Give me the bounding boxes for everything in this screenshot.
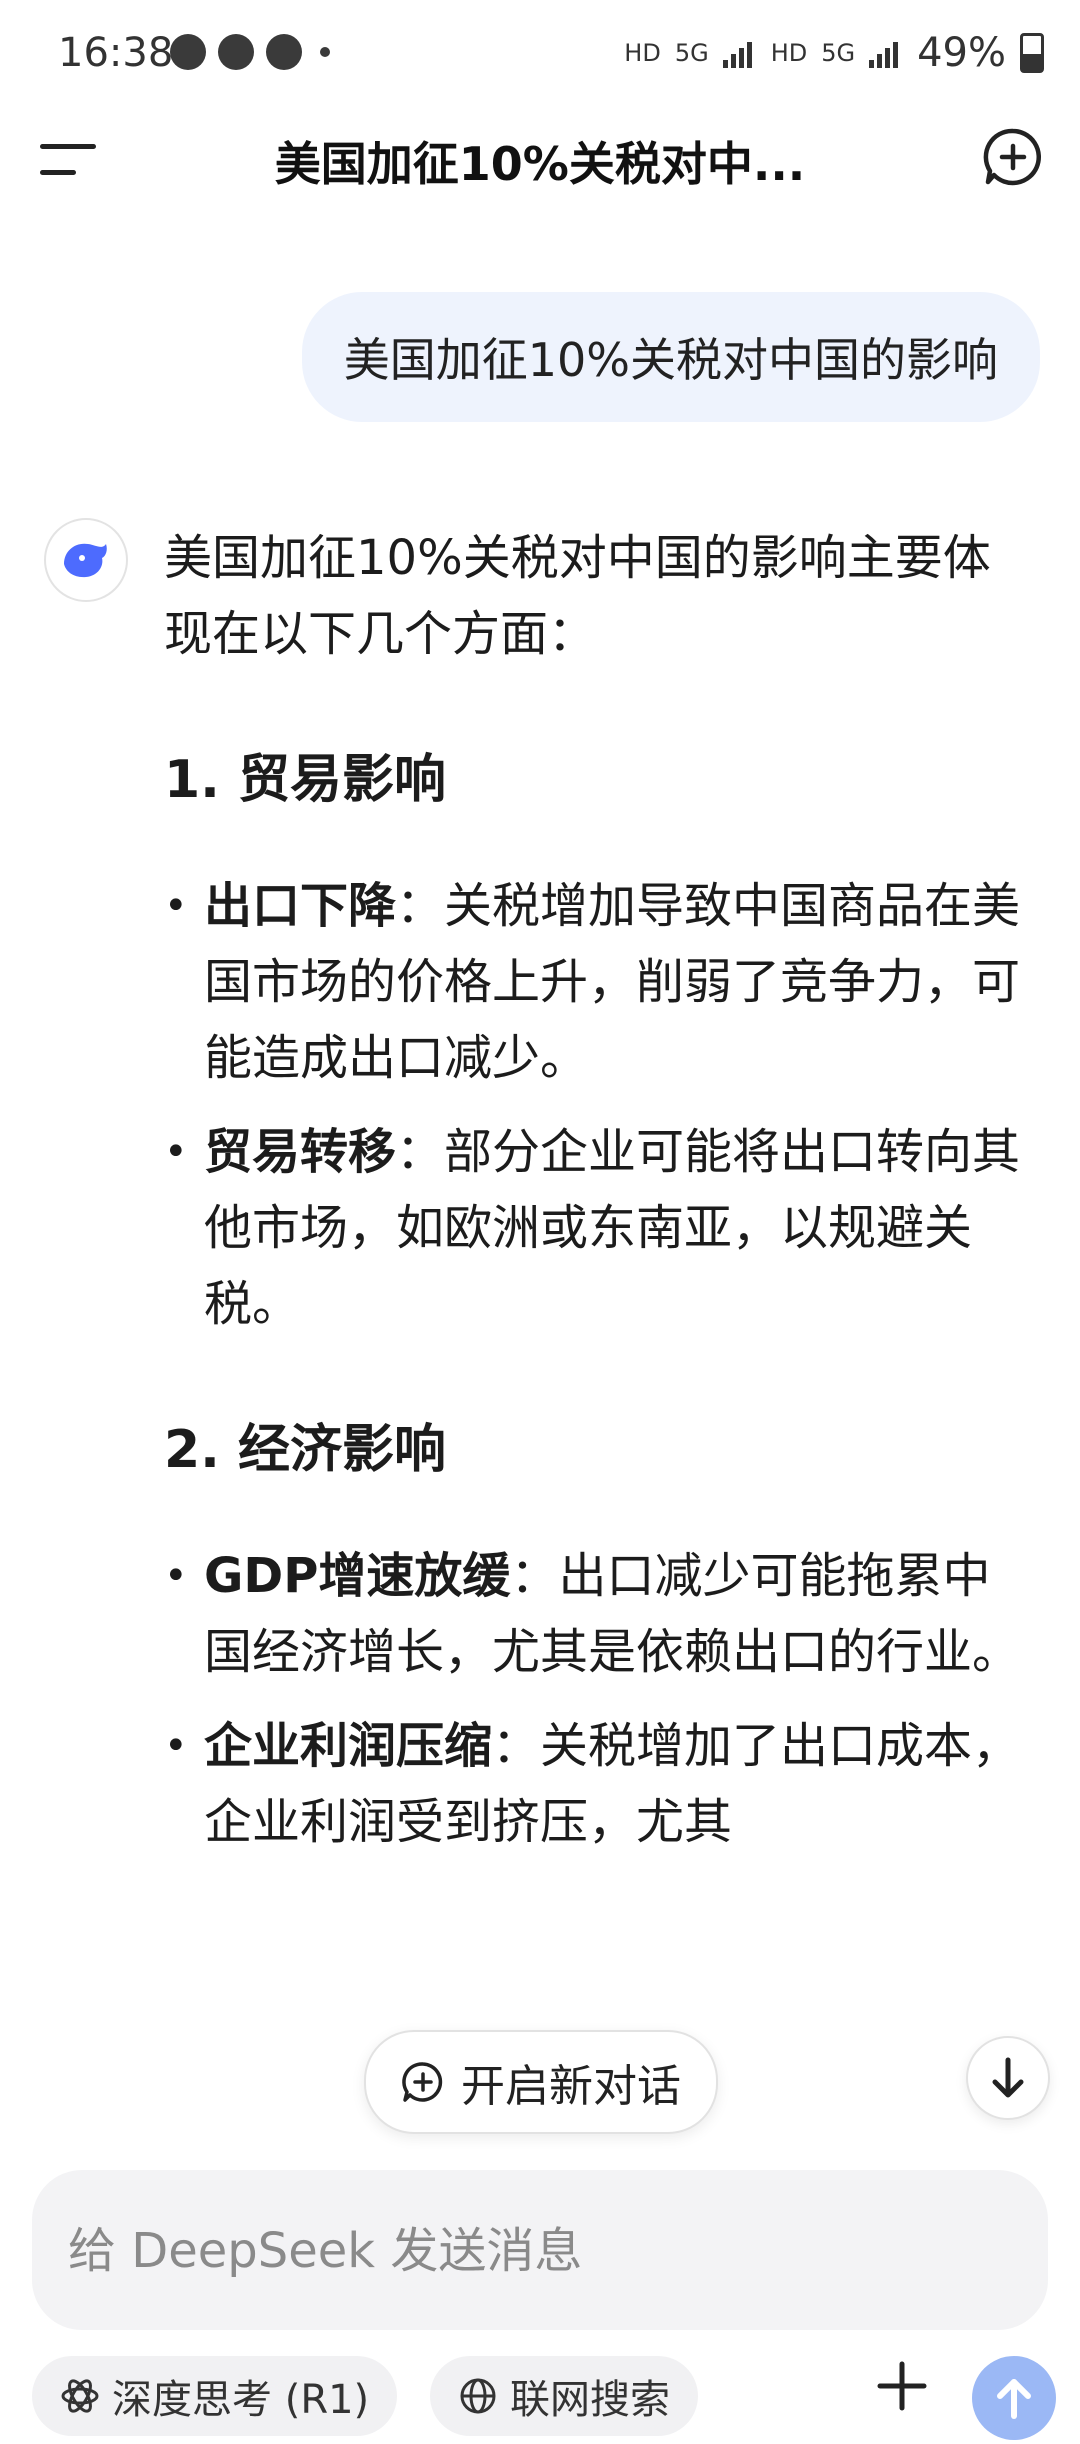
hd-label-2: HD: [770, 39, 808, 67]
more-notifications-dot-icon: [320, 47, 330, 57]
new-conversation-button[interactable]: 开启新对话: [364, 2030, 718, 2134]
web-search-label: 联网搜索: [510, 2377, 670, 2423]
status-indicators: HD 5G HD 5G 49%: [624, 30, 1044, 76]
new-chat-icon[interactable]: [982, 126, 1044, 188]
app-header: 美国加征10%关税对中...: [0, 110, 1080, 210]
deep-think-button[interactable]: 深度思考 (R1): [32, 2356, 398, 2436]
message-composer: [32, 2170, 1048, 2330]
bullet-label: 贸易转移: [204, 1124, 397, 1180]
page-title: 美国加征10%关税对中...: [274, 137, 806, 191]
bullet-label: 出口下降: [204, 878, 397, 934]
chat-notification-icon: [170, 34, 206, 70]
bullet-label: 企业利润压缩: [204, 1718, 493, 1774]
list-item: 出口下降：关税增加导致中国商品在美国市场的价格上升，削弱了竞争力，可能造成出口减…: [164, 868, 1024, 1096]
section-title-trade: 1. 贸易影响: [164, 750, 447, 810]
list-item: GDP增速放缓：出口减少可能拖累中国经济增长，尤其是依赖出口的行业。: [164, 1538, 1024, 1690]
new-conversation-label: 开启新对话: [461, 2061, 681, 2112]
status-bar: 16:38 HD 5G HD 5G 49%: [0, 0, 1080, 110]
battery-percent: 49%: [917, 30, 1006, 76]
signal-icon-1: [722, 38, 757, 68]
bullet-label: GDP增速放缓: [204, 1548, 511, 1604]
answer-intro: 美国加征10%关税对中国的影响主要体现在以下几个方面：: [164, 530, 991, 662]
status-time: 16:38: [58, 30, 174, 76]
message-input[interactable]: [66, 2210, 970, 2292]
battery-icon: [1020, 33, 1044, 73]
assistant-message: 美国加征10%关税对中国的影响主要体现在以下几个方面： 1. 贸易影响 出口下降…: [164, 520, 1024, 1878]
send-button[interactable]: [972, 2356, 1056, 2440]
composer-toolbar: 深度思考 (R1) 联网搜索: [0, 2356, 1080, 2440]
deep-think-label: 深度思考 (R1): [112, 2377, 370, 2423]
user-message-bubble: 美国加征10%关税对中国的影响: [301, 292, 1040, 422]
app-notification-icon: [266, 34, 302, 70]
5g-label-1: 5G: [674, 39, 709, 67]
scroll-down-button[interactable]: [966, 2036, 1050, 2120]
arrow-down-icon: [992, 2057, 1024, 2098]
list-item: 企业利润压缩：关税增加了出口成本，企业利润受到挤压，尤其: [164, 1708, 1024, 1860]
globe-icon: [460, 2378, 496, 2414]
web-search-button[interactable]: 联网搜索: [430, 2356, 698, 2436]
notification-icons: [170, 34, 330, 70]
paw-notification-icon: [218, 34, 254, 70]
deepseek-avatar-icon: [44, 518, 128, 602]
5g-label-2: 5G: [821, 39, 856, 67]
section-title-economy: 2. 经济影响: [164, 1420, 447, 1480]
arrow-up-icon: [997, 2379, 1031, 2419]
new-chat-small-icon: [402, 2062, 443, 2102]
list-item: 贸易转移：部分企业可能将出口转向其他市场，如欧洲或东南亚，以规避关税。: [164, 1114, 1024, 1342]
atom-icon: [61, 2379, 99, 2413]
plus-icon[interactable]: [872, 2356, 932, 2416]
signal-icon-2: [869, 38, 903, 68]
hd-label-1: HD: [624, 39, 661, 67]
